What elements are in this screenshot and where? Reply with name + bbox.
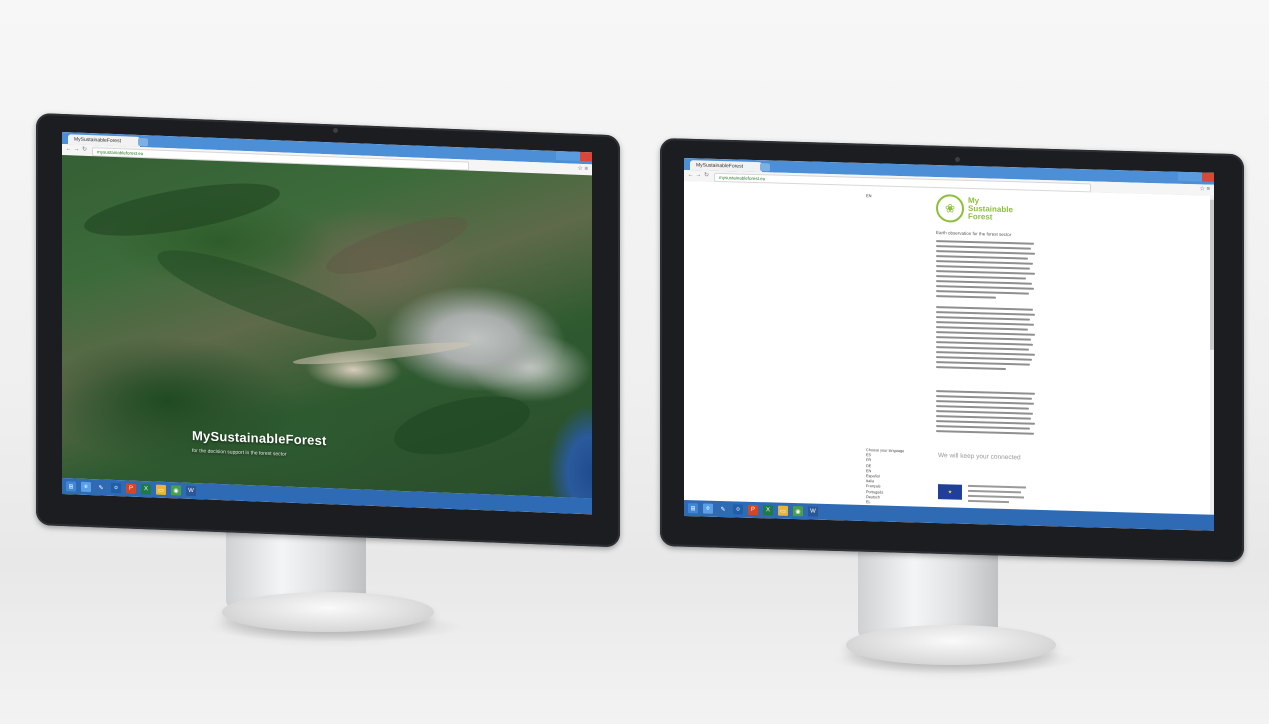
right-stand-foot [846, 625, 1056, 665]
river-valley [292, 338, 472, 369]
eu-flag-icon: ★ [938, 484, 962, 500]
word-icon[interactable]: W [186, 485, 196, 497]
right-camera [955, 157, 960, 162]
forward-icon[interactable]: → [695, 172, 702, 179]
forward-icon[interactable]: → [73, 146, 80, 153]
mountain-ridge [387, 385, 537, 466]
browser-menu-icon[interactable]: ☆ ≡ [1199, 186, 1210, 193]
reload-icon[interactable]: ↻ [81, 147, 88, 154]
ie-icon[interactable]: e [81, 481, 91, 493]
explorer-icon[interactable]: ▭ [778, 505, 788, 516]
logo-text: My Sustainable Forest [968, 196, 1013, 222]
satellite-image: MySustainableForest for the decision sup… [62, 155, 592, 499]
page-scrollbar[interactable] [1210, 195, 1214, 515]
left-new-tab-button[interactable] [138, 137, 148, 147]
outlook-icon[interactable]: o [111, 482, 121, 494]
windows-start-icon[interactable]: ⊞ [688, 503, 698, 514]
desk-scene: MySustainableForest ← → ↻ mysustainablef… [0, 0, 1269, 724]
folder-icon[interactable]: ✎ [718, 503, 728, 515]
minimize-icon[interactable] [1178, 171, 1190, 182]
tree-logo-icon: ❀ [936, 194, 964, 223]
reload-icon[interactable]: ↻ [703, 173, 710, 180]
folder-icon[interactable]: ✎ [96, 482, 106, 493]
browser-menu-icon[interactable]: ☆ ≡ [577, 166, 588, 173]
contact-heading: We will keep your connected [938, 452, 1021, 462]
powerpoint-icon[interactable]: P [748, 504, 758, 516]
maximize-icon[interactable] [568, 151, 580, 161]
logo-line: Forest [968, 211, 993, 222]
close-icon[interactable] [580, 151, 592, 162]
ie-icon[interactable]: e [703, 503, 713, 514]
powerpoint-icon[interactable]: P [126, 483, 136, 494]
scrollbar-thumb[interactable] [1210, 199, 1214, 350]
left-window-controls [556, 150, 592, 162]
eu-funding-note [968, 484, 1026, 507]
language-list: Choose your language ES FR DE EN Español… [866, 448, 904, 512]
website-page: EN ❀ My Sustainable Forest Earth observa… [684, 181, 1214, 515]
page-subtitle: for the decision support in the forest s… [192, 447, 287, 458]
right-window-controls [1178, 171, 1214, 183]
body-paragraph [936, 306, 1036, 374]
left-stand-foot [222, 592, 434, 632]
language-link[interactable]: EN [866, 193, 872, 198]
page-title: MySustainableForest [192, 427, 327, 449]
excel-icon[interactable]: X [141, 484, 151, 495]
chrome-icon[interactable]: ◉ [793, 506, 803, 517]
minimize-icon[interactable] [556, 150, 568, 161]
intro-paragraph [936, 240, 1036, 303]
close-icon[interactable] [1202, 172, 1214, 182]
back-icon[interactable]: ← [687, 172, 694, 179]
windows-start-icon[interactable]: ⊞ [66, 481, 76, 492]
closing-paragraph [936, 390, 1036, 438]
outlook-icon[interactable]: o [733, 504, 743, 515]
tagline: Earth observation for the forest sector [936, 230, 1012, 238]
left-camera [333, 128, 338, 133]
maximize-icon[interactable] [1190, 172, 1202, 182]
right-screen: MySustainableForest ← → ↻ mysustainablef… [684, 158, 1214, 531]
chrome-icon[interactable]: ◉ [171, 485, 181, 496]
explorer-icon[interactable]: ▭ [156, 484, 166, 495]
mountain-ridge [80, 172, 284, 247]
word-icon[interactable]: W [808, 506, 818, 517]
mountain-ridge [320, 205, 474, 285]
right-new-tab-button[interactable] [760, 163, 770, 172]
excel-icon[interactable]: X [763, 505, 773, 516]
back-icon[interactable]: ← [65, 146, 72, 153]
left-screen: MySustainableForest ← → ↻ mysustainablef… [62, 132, 592, 515]
